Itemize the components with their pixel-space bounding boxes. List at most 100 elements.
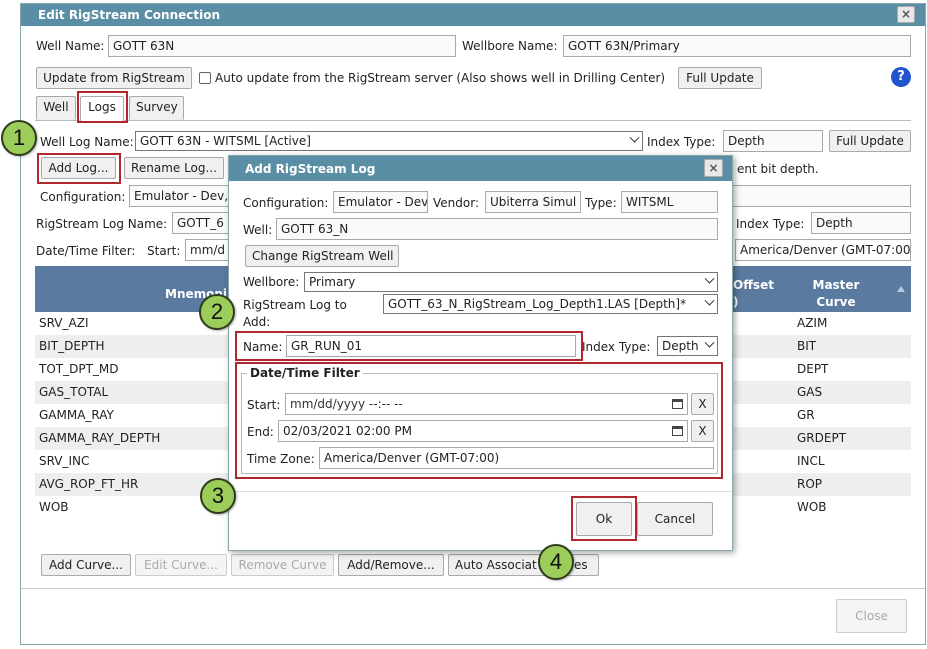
- rename-log-button[interactable]: Rename Log...: [124, 157, 224, 179]
- sort-asc-icon[interactable]: [897, 286, 905, 292]
- index-type-field-2[interactable]: Depth: [811, 212, 911, 234]
- auto-associate-label: Auto Associat: [455, 558, 537, 572]
- full-update-button[interactable]: Full Update: [678, 67, 762, 89]
- configuration-label: Configuration:: [40, 190, 126, 204]
- well-log-name-select[interactable]: GOTT 63N - WITSML [Active]: [135, 131, 643, 151]
- dlg-wellbore-select[interactable]: Primary: [304, 272, 718, 292]
- full-update-button-2[interactable]: Full Update: [829, 130, 911, 152]
- add-remove-button[interactable]: Add/Remove...: [338, 554, 444, 576]
- rigstream-log-name-field[interactable]: GOTT_6: [172, 212, 232, 234]
- dlg-log-to-add-label-2: Add:: [243, 315, 271, 329]
- col-offset[interactable]: Offset: [733, 278, 774, 292]
- dlg-timezone-label: Time Zone:: [247, 452, 315, 466]
- dlg-end-label: End:: [247, 425, 274, 439]
- dlg-end-field[interactable]: 02/03/2021 02:00 PM: [278, 420, 688, 442]
- col-master-curve[interactable]: Master Curve: [808, 277, 864, 311]
- master-cell: WOB: [797, 500, 827, 514]
- callout-1: 1: [1, 120, 37, 156]
- wellbore-name-field[interactable]: GOTT 63N/Primary: [563, 35, 911, 57]
- index-type-field[interactable]: Depth: [723, 130, 823, 152]
- dlg-filter-legend: Date/Time Filter: [247, 366, 363, 380]
- tab-bar-line: [35, 120, 911, 121]
- close-button[interactable]: Close: [836, 599, 907, 633]
- master-cell: GR: [797, 408, 815, 422]
- chevron-down-icon: [704, 295, 715, 306]
- chevron-down-icon: [704, 273, 715, 284]
- master-cell: GAS: [797, 385, 823, 399]
- calendar-icon[interactable]: [672, 426, 683, 436]
- dlg-footer-divider: [229, 491, 732, 492]
- auto-associate-label-tail: es: [574, 558, 588, 572]
- dlg-type-field[interactable]: WITSML: [621, 191, 718, 213]
- dlg-start-field[interactable]: mm/dd/yyyy --:-- --: [285, 393, 688, 415]
- timezone-field[interactable]: America/Denver (GMT-07:00: [735, 239, 911, 261]
- wellbore-name-label: Wellbore Name:: [462, 39, 558, 53]
- well-name-label: Well Name:: [36, 39, 105, 53]
- auto-update-checkbox[interactable]: [199, 72, 211, 84]
- well-log-name-label: Well Log Name:: [40, 135, 134, 149]
- dlg-name-field[interactable]: GR_RUN_01: [286, 335, 576, 357]
- add-log-title: Add RigStream Log: [245, 162, 376, 176]
- edit-curve-button[interactable]: Edit Curve...: [135, 554, 227, 576]
- mnemonic-cell: WOB: [39, 500, 69, 514]
- dlg-index-type-value: Depth: [662, 339, 699, 353]
- mnemonic-cell: GAMMA_RAY_DEPTH: [39, 431, 161, 445]
- update-from-rigstream-button[interactable]: Update from RigStream: [36, 67, 192, 89]
- footer-divider: [21, 588, 925, 589]
- dlg-ok-button[interactable]: Ok: [576, 502, 632, 536]
- index-type-label-2: Index Type:: [736, 217, 805, 231]
- dlg-start-label: Start:: [247, 398, 281, 412]
- dlg-index-type-label: Index Type:: [582, 340, 651, 354]
- dlg-start-placeholder: mm/dd/yyyy --:-- --: [290, 397, 403, 411]
- mnemonic-cell: BIT_DEPTH: [39, 339, 105, 353]
- chevron-down-icon: [704, 337, 715, 348]
- dlg-wellbore-value: Primary: [309, 275, 356, 289]
- start-field[interactable]: mm/d: [185, 239, 232, 261]
- change-rigstream-well-button[interactable]: Change RigStream Well: [245, 245, 399, 267]
- highlight-logs-tab: [77, 91, 128, 123]
- add-curve-button[interactable]: Add Curve...: [41, 554, 131, 576]
- master-cell: ROP: [797, 477, 823, 491]
- dlg-timezone-field[interactable]: America/Denver (GMT-07:00): [319, 447, 714, 469]
- dlg-vendor-label: Vendor:: [433, 196, 479, 210]
- master-cell: INCL: [797, 454, 825, 468]
- highlight-add-log: [37, 153, 121, 184]
- dlg-index-type-select[interactable]: Depth: [657, 336, 718, 356]
- dlg-end-value: 02/03/2021 02:00 PM: [283, 424, 412, 438]
- chevron-down-icon: [629, 132, 640, 143]
- calendar-icon[interactable]: [672, 399, 683, 409]
- master-cell: DEPT: [797, 362, 829, 376]
- mnemonic-cell: TOT_DPT_MD: [39, 362, 119, 376]
- start-label: Start:: [147, 244, 181, 258]
- remove-curve-button[interactable]: Remove Curve: [231, 554, 334, 576]
- well-name-field[interactable]: GOTT 63N: [108, 35, 456, 57]
- auto-associate-button[interactable]: Auto Associat es: [448, 554, 599, 576]
- main-dialog-title: Edit RigStream Connection: [38, 8, 220, 22]
- dlg-wellbore-label: Wellbore:: [243, 275, 300, 289]
- mnemonic-cell: GAS_TOTAL: [39, 385, 109, 399]
- dlg-vendor-field[interactable]: Ubiterra Simul: [485, 191, 581, 213]
- mnemonic-cell: AVG_ROP_FT_HR: [39, 477, 139, 491]
- master-cell: BIT: [797, 339, 817, 353]
- dlg-log-to-add-label: RigStream Log to: [243, 298, 347, 312]
- add-log-close-icon[interactable]: ×: [704, 159, 723, 177]
- main-close-icon[interactable]: ×: [897, 6, 915, 23]
- auto-update-label: Auto update from the RigStream server (A…: [215, 71, 666, 85]
- tab-survey[interactable]: Survey: [129, 96, 184, 120]
- mnemonic-cell: GAMMA_RAY: [39, 408, 114, 422]
- bit-depth-note: ent bit depth.: [737, 162, 819, 176]
- rigstream-log-name-label: RigStream Log Name:: [36, 217, 168, 231]
- callout-3: 3: [200, 478, 236, 514]
- dlg-well-label: Well:: [243, 223, 273, 237]
- dlg-log-to-add-select[interactable]: GOTT_63_N_RigStream_Log_Depth1.LAS [Dept…: [383, 294, 718, 314]
- dlg-start-clear-button[interactable]: X: [691, 393, 714, 415]
- dlg-well-field[interactable]: GOTT 63_N: [276, 218, 718, 240]
- col-offset-tail: ): [733, 295, 739, 309]
- dlg-cancel-button[interactable]: Cancel: [637, 502, 713, 536]
- help-icon[interactable]: ?: [891, 67, 911, 87]
- dlg-configuration-field[interactable]: Emulator - Dev: [333, 191, 428, 213]
- dlg-name-label: Name:: [243, 340, 283, 354]
- tab-well[interactable]: Well: [36, 96, 76, 120]
- dlg-end-clear-button[interactable]: X: [691, 420, 714, 442]
- master-cell: GRDEPT: [797, 431, 847, 445]
